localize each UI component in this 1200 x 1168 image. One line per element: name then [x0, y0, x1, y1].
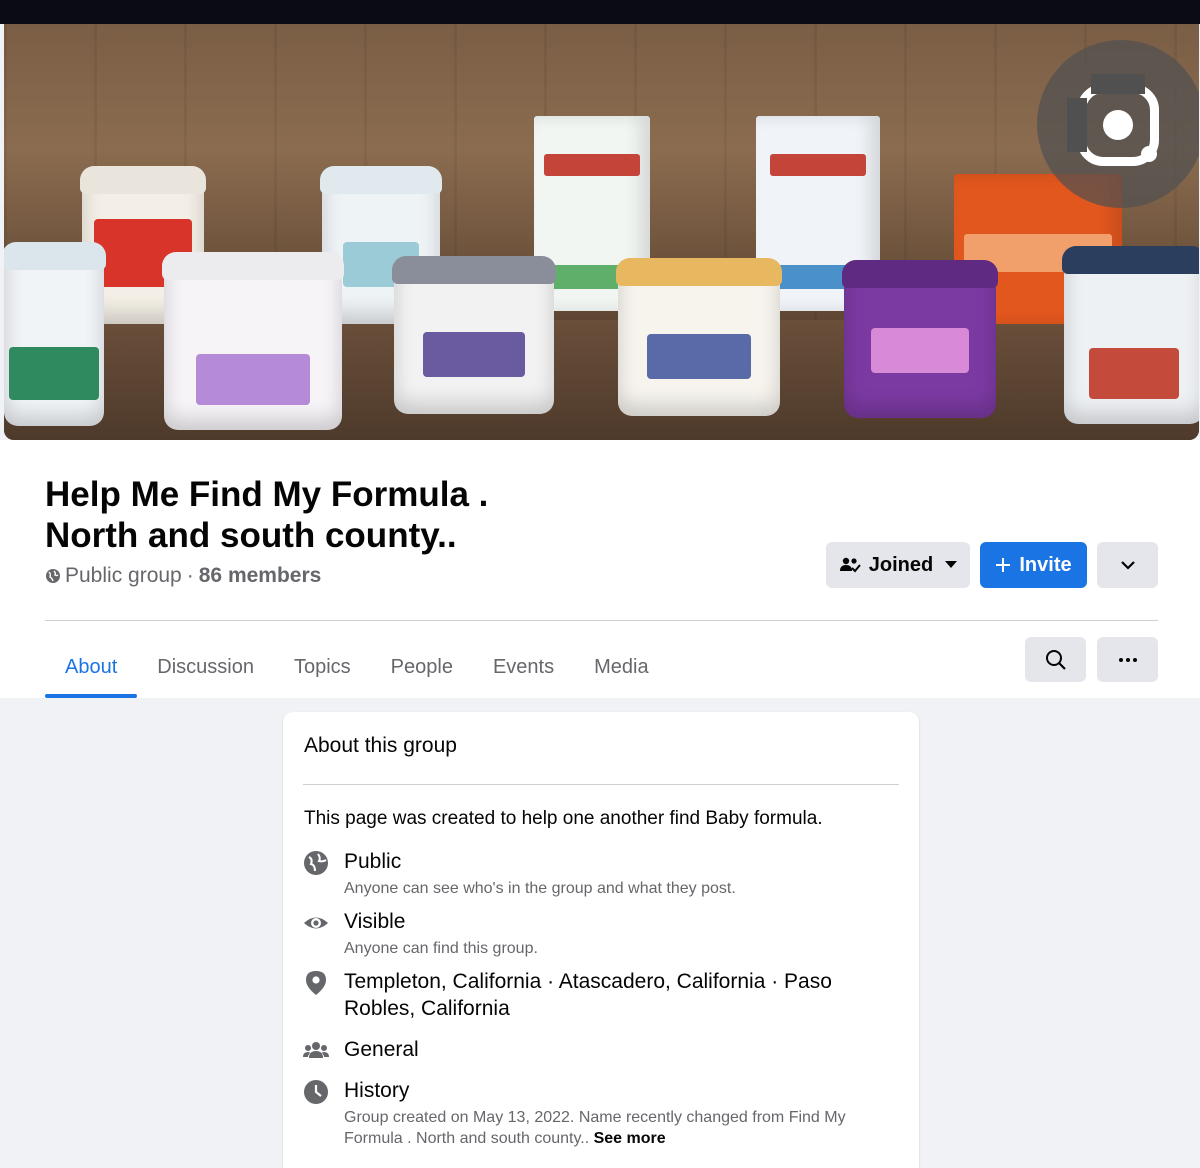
- cover-photo[interactable]: [4, 24, 1199, 440]
- more-horizontal-icon: [1118, 657, 1137, 662]
- globe-icon: [46, 569, 60, 583]
- chevron-down-icon: [1120, 560, 1135, 570]
- formula-can: [162, 252, 344, 430]
- about-item-title[interactable]: Templeton, California · Atascadero, Cali…: [344, 968, 884, 1022]
- group-member-count[interactable]: 86 members: [199, 564, 322, 588]
- about-item-subtitle: Anyone can see who's in the group and wh…: [344, 880, 736, 897]
- tab-people[interactable]: People: [371, 636, 473, 698]
- formula-can: [4, 242, 106, 426]
- members-check-icon: [839, 557, 861, 573]
- more-options-button[interactable]: [1097, 637, 1158, 682]
- tab-events[interactable]: Events: [473, 636, 574, 698]
- about-item-title: Public: [344, 850, 402, 873]
- expand-header-button[interactable]: [1097, 542, 1158, 588]
- eye-icon: [304, 917, 328, 929]
- about-description: This page was created to help one anothe…: [304, 808, 823, 829]
- visual-search-lens-icon[interactable]: [1037, 40, 1199, 208]
- people-icon: [303, 1042, 329, 1058]
- see-more-link[interactable]: See more: [594, 1130, 666, 1147]
- formula-can: [392, 256, 556, 414]
- joined-button-label: Joined: [868, 553, 934, 576]
- group-tabs: About Discussion Topics People Events Me…: [45, 636, 669, 698]
- header-divider: [45, 620, 1158, 621]
- clock-icon: [304, 1080, 328, 1104]
- search-icon: [1045, 649, 1066, 670]
- about-divider: [303, 784, 899, 785]
- formula-can: [842, 260, 998, 418]
- tab-about[interactable]: About: [45, 636, 138, 698]
- formula-can: [1062, 246, 1199, 424]
- about-card: About this group This page was created t…: [283, 712, 919, 1168]
- formula-can: [616, 258, 782, 416]
- about-item-title: Visible: [344, 910, 406, 933]
- about-item-subtitle: Anyone can find this group.: [344, 940, 538, 957]
- group-privacy[interactable]: Public group: [65, 564, 182, 588]
- caret-down-icon: [945, 561, 958, 568]
- about-heading: About this group: [304, 734, 457, 757]
- about-item-subtitle: Group created on May 13, 2022. Name rece…: [344, 1107, 874, 1149]
- group-meta: Public group · 86 members: [45, 564, 321, 588]
- meta-separator: ·: [186, 564, 194, 587]
- group-title-line-2: North and south county..: [45, 516, 457, 555]
- group-title-line-1: Help Me Find My Formula .: [45, 475, 489, 514]
- tab-discussion[interactable]: Discussion: [137, 636, 274, 698]
- invite-button[interactable]: Invite: [980, 542, 1087, 588]
- group-title: Help Me Find My Formula . North and sout…: [45, 474, 665, 556]
- about-item-title: History: [344, 1079, 410, 1102]
- search-button[interactable]: [1025, 637, 1086, 682]
- location-pin-icon: [306, 971, 326, 995]
- plus-icon: [996, 558, 1011, 572]
- joined-button[interactable]: Joined: [826, 542, 970, 588]
- invite-button-label: Invite: [1019, 553, 1072, 576]
- globe-icon: [304, 851, 328, 875]
- tab-media[interactable]: Media: [574, 636, 668, 698]
- top-black-bar: [0, 0, 1200, 24]
- tab-topics[interactable]: Topics: [274, 636, 371, 698]
- about-item-title: General: [344, 1038, 419, 1061]
